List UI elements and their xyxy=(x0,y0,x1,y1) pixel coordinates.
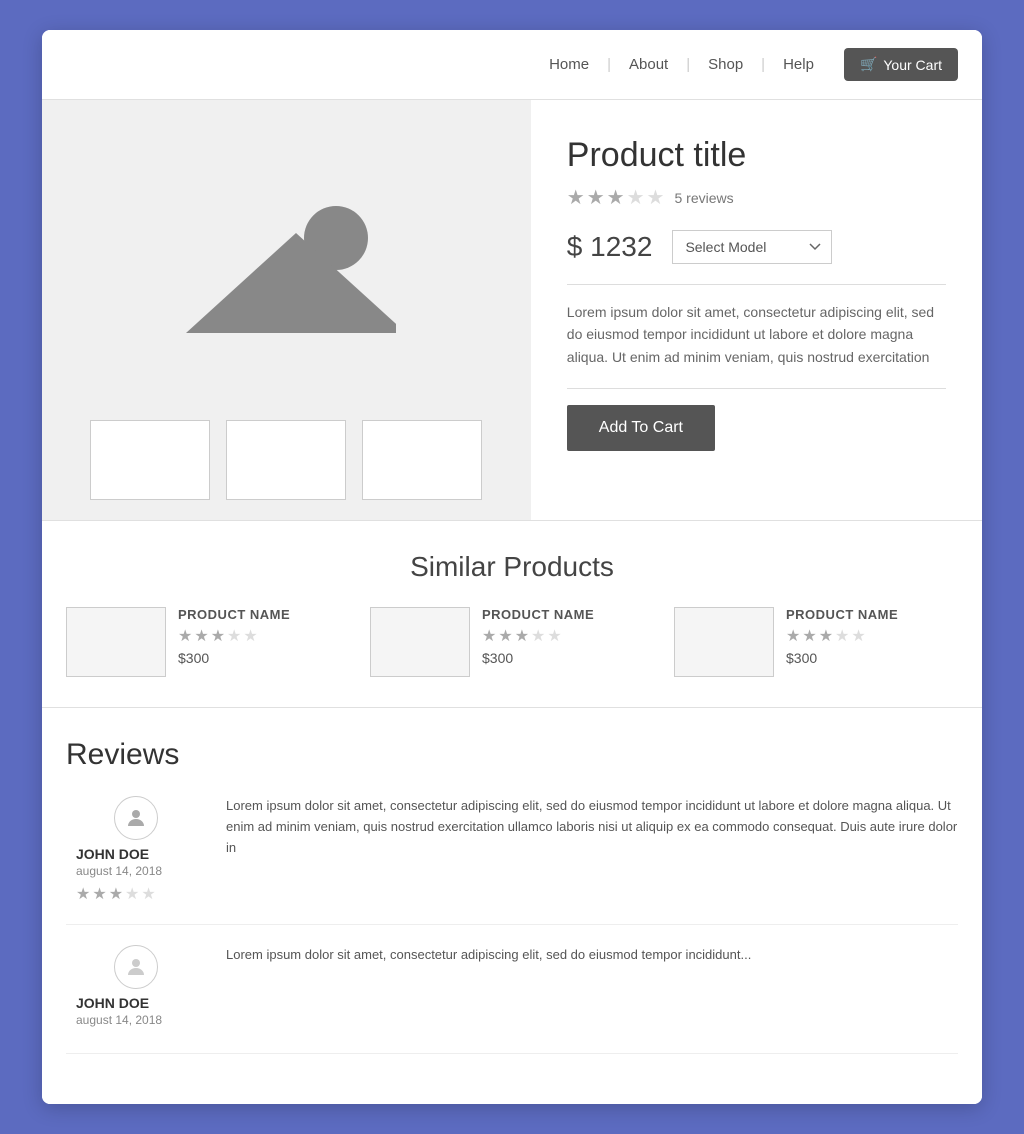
review-item-1: JOHN DOE august 14, 2018 ★ ★ ★ ★ ★ Lorem… xyxy=(66,796,958,925)
similar-thumb-1[interactable] xyxy=(66,607,166,677)
price-model-row: $ 1232 Select Model Model A Model B xyxy=(567,230,946,264)
cart-label: Your Cart xyxy=(883,57,942,73)
product-section: Product title ★ ★ ★ ★ ★ 5 reviews $ 1232… xyxy=(42,99,982,520)
product-image-column xyxy=(42,100,531,520)
reviewer-date-2: august 14, 2018 xyxy=(76,1013,196,1027)
reviewer-col-1: JOHN DOE august 14, 2018 ★ ★ ★ ★ ★ xyxy=(66,796,206,904)
star-4: ★ xyxy=(627,185,645,210)
review-text-1: Lorem ipsum dolor sit amet, consectetur … xyxy=(226,796,958,904)
similar-price-2: $300 xyxy=(482,650,594,666)
review-count: 5 reviews xyxy=(674,190,733,206)
similar-price-3: $300 xyxy=(786,650,898,666)
similar-info-2: PRODUCT NAME ★ ★ ★ ★ ★ $300 xyxy=(482,607,594,666)
similar-item-3: PRODUCT NAME ★ ★ ★ ★ ★ $300 xyxy=(674,607,958,677)
similar-products-title: Similar Products xyxy=(66,551,958,583)
similar-price-1: $300 xyxy=(178,650,290,666)
star-1: ★ xyxy=(567,185,585,210)
nav-help[interactable]: Help xyxy=(765,56,832,73)
reviewer-stars-1: ★ ★ ★ ★ ★ xyxy=(76,884,196,904)
product-details-column: Product title ★ ★ ★ ★ ★ 5 reviews $ 1232… xyxy=(531,100,982,520)
similar-products-section: Similar Products PRODUCT NAME ★ ★ ★ ★ ★ … xyxy=(42,520,982,707)
reviewer-avatar-1 xyxy=(114,796,158,840)
similar-item-1: PRODUCT NAME ★ ★ ★ ★ ★ $300 xyxy=(66,607,350,677)
similar-info-1: PRODUCT NAME ★ ★ ★ ★ ★ $300 xyxy=(178,607,290,666)
reviewer-info-2: JOHN DOE august 14, 2018 xyxy=(76,995,196,1033)
model-select[interactable]: Select Model Model A Model B xyxy=(672,230,832,264)
reviews-section: Reviews JOHN DOE august 14, 2018 ★ ★ ★ xyxy=(42,707,982,1104)
similar-item-2: PRODUCT NAME ★ ★ ★ ★ ★ $300 xyxy=(370,607,654,677)
main-product-image xyxy=(72,130,501,396)
reviewer-col-2: JOHN DOE august 14, 2018 xyxy=(66,945,206,1033)
reviewer-name-1: JOHN DOE xyxy=(76,846,196,862)
divider-2 xyxy=(567,388,946,389)
thumbnail-2[interactable] xyxy=(226,420,346,500)
reviews-title: Reviews xyxy=(66,738,958,772)
thumbnail-1[interactable] xyxy=(90,420,210,500)
nav-links: Home | About | Shop | Help xyxy=(531,56,832,73)
thumbnail-row xyxy=(90,420,482,500)
reviewer-info-1: JOHN DOE august 14, 2018 ★ ★ ★ ★ ★ xyxy=(76,846,196,904)
star-5: ★ xyxy=(647,185,665,210)
reviewer-date-1: august 14, 2018 xyxy=(76,864,196,878)
nav-about[interactable]: About xyxy=(611,56,686,73)
product-image-svg xyxy=(176,183,396,343)
reviewer-avatar-2 xyxy=(114,945,158,989)
person-icon xyxy=(124,806,148,830)
navbar: Home | About | Shop | Help 🛒 Your Cart xyxy=(42,30,982,99)
cart-icon: 🛒 xyxy=(860,56,877,73)
review-item-2: JOHN DOE august 14, 2018 Lorem ipsum dol… xyxy=(66,945,958,1054)
product-title: Product title xyxy=(567,136,946,175)
thumbnail-3[interactable] xyxy=(362,420,482,500)
page-container: Home | About | Shop | Help 🛒 Your Cart xyxy=(42,30,982,1104)
product-rating-row: ★ ★ ★ ★ ★ 5 reviews xyxy=(567,185,946,210)
similar-products-grid: PRODUCT NAME ★ ★ ★ ★ ★ $300 PRODUCT NAME xyxy=(66,607,958,677)
product-stars: ★ ★ ★ ★ ★ xyxy=(567,185,665,210)
star-2: ★ xyxy=(587,185,605,210)
nav-home[interactable]: Home xyxy=(531,56,607,73)
reviewer-name-2: JOHN DOE xyxy=(76,995,196,1011)
similar-thumb-3[interactable] xyxy=(674,607,774,677)
similar-stars-1: ★ ★ ★ ★ ★ xyxy=(178,626,290,646)
similar-thumb-2[interactable] xyxy=(370,607,470,677)
review-text-2: Lorem ipsum dolor sit amet, consectetur … xyxy=(226,945,958,1033)
product-description: Lorem ipsum dolor sit amet, consectetur … xyxy=(567,301,946,368)
similar-info-3: PRODUCT NAME ★ ★ ★ ★ ★ $300 xyxy=(786,607,898,666)
add-to-cart-button[interactable]: Add To Cart xyxy=(567,405,715,451)
similar-stars-2: ★ ★ ★ ★ ★ xyxy=(482,626,594,646)
cart-button[interactable]: 🛒 Your Cart xyxy=(844,48,958,81)
similar-name-3: PRODUCT NAME xyxy=(786,607,898,622)
product-price: $ 1232 xyxy=(567,231,653,263)
similar-stars-3: ★ ★ ★ ★ ★ xyxy=(786,626,898,646)
similar-name-2: PRODUCT NAME xyxy=(482,607,594,622)
person-icon-2 xyxy=(124,955,148,979)
similar-name-1: PRODUCT NAME xyxy=(178,607,290,622)
divider-1 xyxy=(567,284,946,285)
nav-shop[interactable]: Shop xyxy=(690,56,761,73)
star-3: ★ xyxy=(607,185,625,210)
